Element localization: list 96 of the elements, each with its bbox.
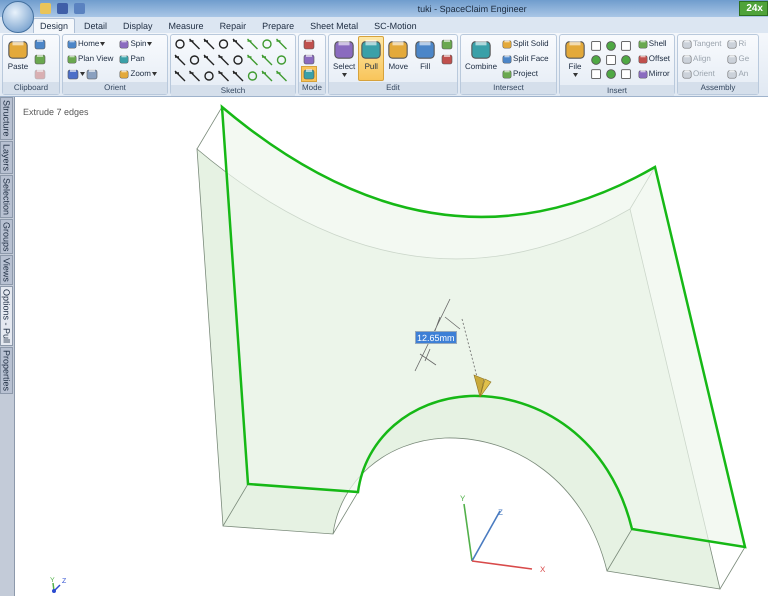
tool-button[interactable] bbox=[32, 51, 48, 67]
ribbon-button[interactable]: Split Solid bbox=[500, 36, 551, 51]
tool-icon bbox=[119, 68, 130, 78]
tool-icon bbox=[67, 54, 77, 64]
pull-handle-icon[interactable] bbox=[474, 374, 492, 398]
tool-icon bbox=[67, 68, 79, 80]
app-logo-icon[interactable] bbox=[2, 1, 34, 33]
side-tab[interactable]: Selection bbox=[0, 174, 13, 218]
tool-icon bbox=[682, 54, 692, 64]
side-tab[interactable]: Options - Pull bbox=[0, 286, 13, 346]
dimension-field[interactable]: 12.65mm bbox=[415, 331, 457, 344]
group-label: Sketch bbox=[171, 85, 295, 96]
extruded-part-drawing[interactable] bbox=[196, 106, 746, 590]
tool-button[interactable] bbox=[439, 51, 456, 67]
side-tab[interactable]: Layers bbox=[0, 140, 13, 174]
ribbon-button[interactable]: Split Face bbox=[500, 51, 551, 66]
tool-icon bbox=[727, 38, 738, 48]
tool-icon bbox=[67, 38, 77, 48]
ribbon-button[interactable]: Pan bbox=[117, 51, 159, 66]
tool-icon bbox=[303, 68, 315, 80]
side-tab[interactable]: Properties bbox=[0, 346, 13, 394]
caret-icon bbox=[100, 42, 106, 46]
tool-icon bbox=[34, 53, 46, 65]
tool-icon bbox=[303, 38, 315, 50]
tool-button[interactable] bbox=[301, 66, 317, 82]
side-tab[interactable]: Views bbox=[0, 255, 13, 285]
ribbon-button[interactable]: Zoom bbox=[117, 66, 159, 81]
tool-icon bbox=[86, 68, 98, 80]
group-label: Insert bbox=[560, 85, 674, 96]
tool-icon bbox=[638, 68, 648, 78]
tool-icon bbox=[470, 38, 492, 60]
caret-icon bbox=[80, 72, 85, 76]
ribbon-button[interactable]: Home bbox=[65, 36, 116, 51]
tool-icon bbox=[682, 68, 692, 78]
tool-icon bbox=[502, 68, 512, 78]
ribbon-button[interactable]: Move bbox=[385, 36, 412, 81]
group-label: Mode bbox=[299, 82, 325, 94]
axis-triad-drawing bbox=[463, 504, 532, 570]
caret-icon bbox=[152, 72, 157, 76]
tool-icon bbox=[360, 38, 382, 60]
side-tab[interactable]: Groups bbox=[0, 218, 13, 254]
ribbon-tab[interactable]: Measure bbox=[162, 18, 211, 33]
ribbon-tab[interactable]: Sheet Metal bbox=[303, 18, 366, 33]
caret-icon bbox=[342, 73, 347, 77]
ribbon-tab[interactable]: Prepare bbox=[255, 18, 302, 33]
ribbon-button[interactable]: Fill bbox=[412, 36, 438, 81]
group-label: Assembly bbox=[678, 82, 758, 94]
side-tab[interactable]: Structure bbox=[0, 97, 13, 140]
tool-icon bbox=[441, 38, 454, 50]
tool-icon bbox=[727, 68, 738, 78]
ribbon-button[interactable]: Mirror bbox=[636, 66, 672, 81]
window-title: tuki - SpaceClaim Engineer bbox=[416, 4, 528, 14]
tool-icon bbox=[7, 38, 29, 60]
ribbon-button[interactable]: File bbox=[562, 36, 588, 81]
ribbon-button[interactable]: Spin bbox=[117, 36, 159, 51]
tool-icon bbox=[502, 54, 512, 64]
group-label: Orient bbox=[63, 82, 167, 94]
ribbon-button[interactable]: Shell bbox=[636, 36, 672, 51]
tool-icon bbox=[682, 38, 692, 48]
axis-label: Y bbox=[460, 494, 466, 503]
tool-icon bbox=[119, 38, 130, 48]
tool-icon bbox=[727, 54, 738, 64]
tool-icon bbox=[441, 53, 454, 65]
caret-icon bbox=[147, 42, 152, 46]
group-label: Edit bbox=[329, 82, 457, 94]
group-label: Clipboard bbox=[3, 82, 59, 94]
tool-icon bbox=[502, 38, 512, 48]
tool-icon bbox=[34, 68, 46, 80]
status-text: Extrude 7 edges bbox=[23, 107, 89, 117]
ribbon-button[interactable]: Project bbox=[500, 66, 551, 81]
mini-axis-triad-drawing bbox=[52, 582, 61, 593]
ribbon-button[interactable]: Select bbox=[331, 36, 358, 81]
tool-icon bbox=[638, 38, 648, 48]
tool-icon bbox=[638, 54, 648, 64]
tool-icon bbox=[387, 38, 410, 60]
ribbon-tab[interactable]: Repair bbox=[212, 18, 254, 33]
ribbon-tab[interactable]: Display bbox=[116, 18, 160, 33]
ribbon-button[interactable]: Offset bbox=[636, 51, 672, 66]
group-label: Intersect bbox=[461, 82, 556, 94]
ribbon-tab[interactable]: Design bbox=[33, 18, 76, 33]
tool-icon bbox=[34, 38, 46, 50]
caret-icon bbox=[572, 73, 578, 77]
axis-label: X bbox=[540, 565, 546, 574]
ribbon-button[interactable]: Paste bbox=[5, 36, 31, 81]
ribbon-button[interactable]: Combine bbox=[463, 36, 500, 81]
tool-button[interactable] bbox=[301, 51, 317, 67]
ribbon-tab[interactable]: Detail bbox=[77, 18, 114, 33]
ribbon-tab[interactable]: SC-Motion bbox=[367, 18, 424, 33]
tool-icon bbox=[414, 38, 436, 60]
tool-icon bbox=[119, 54, 130, 64]
size-badge: 24x bbox=[739, 1, 768, 16]
tool-icon bbox=[333, 38, 356, 60]
ribbon-button[interactable]: Pull bbox=[358, 36, 384, 81]
ribbon-button[interactable]: Plan View bbox=[65, 51, 116, 66]
tool-icon bbox=[564, 38, 586, 60]
tool-icon bbox=[303, 53, 315, 65]
